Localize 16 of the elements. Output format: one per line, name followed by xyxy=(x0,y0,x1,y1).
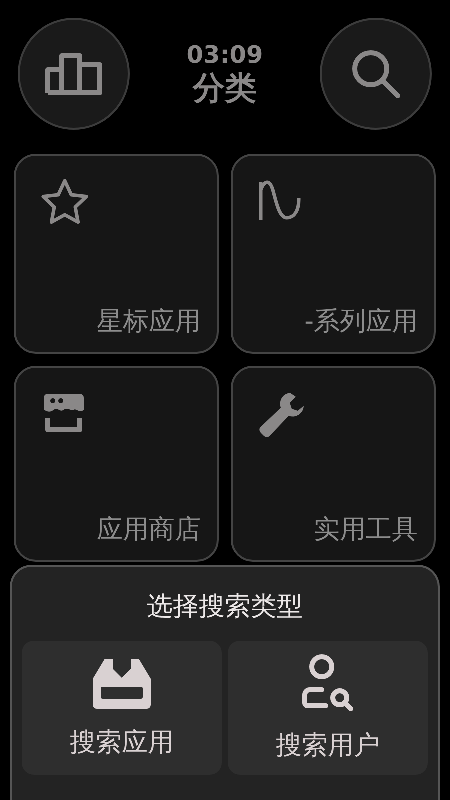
search-type-option[interactable]: 搜索应用 xyxy=(22,641,222,775)
waveform-icon xyxy=(257,178,301,222)
search-icon xyxy=(350,48,402,100)
user-search-icon xyxy=(300,654,356,714)
search-type-option[interactable]: 搜索用户 xyxy=(228,641,428,775)
star-icon xyxy=(40,178,90,226)
bar-chart-icon xyxy=(45,52,103,96)
category-tile[interactable]: 应用商店 xyxy=(14,366,219,562)
category-tile[interactable]: -系列应用 xyxy=(231,154,436,354)
clock-time: 03:09 xyxy=(186,41,264,69)
inbox-download-icon xyxy=(91,656,153,710)
wrench-icon xyxy=(257,390,307,440)
sheet-title: 选择搜索类型 xyxy=(147,591,303,623)
page-title: 分类 xyxy=(193,69,257,107)
category-tile[interactable]: 实用工具 xyxy=(231,366,436,562)
category-tile[interactable]: 星标应用 xyxy=(14,154,219,354)
